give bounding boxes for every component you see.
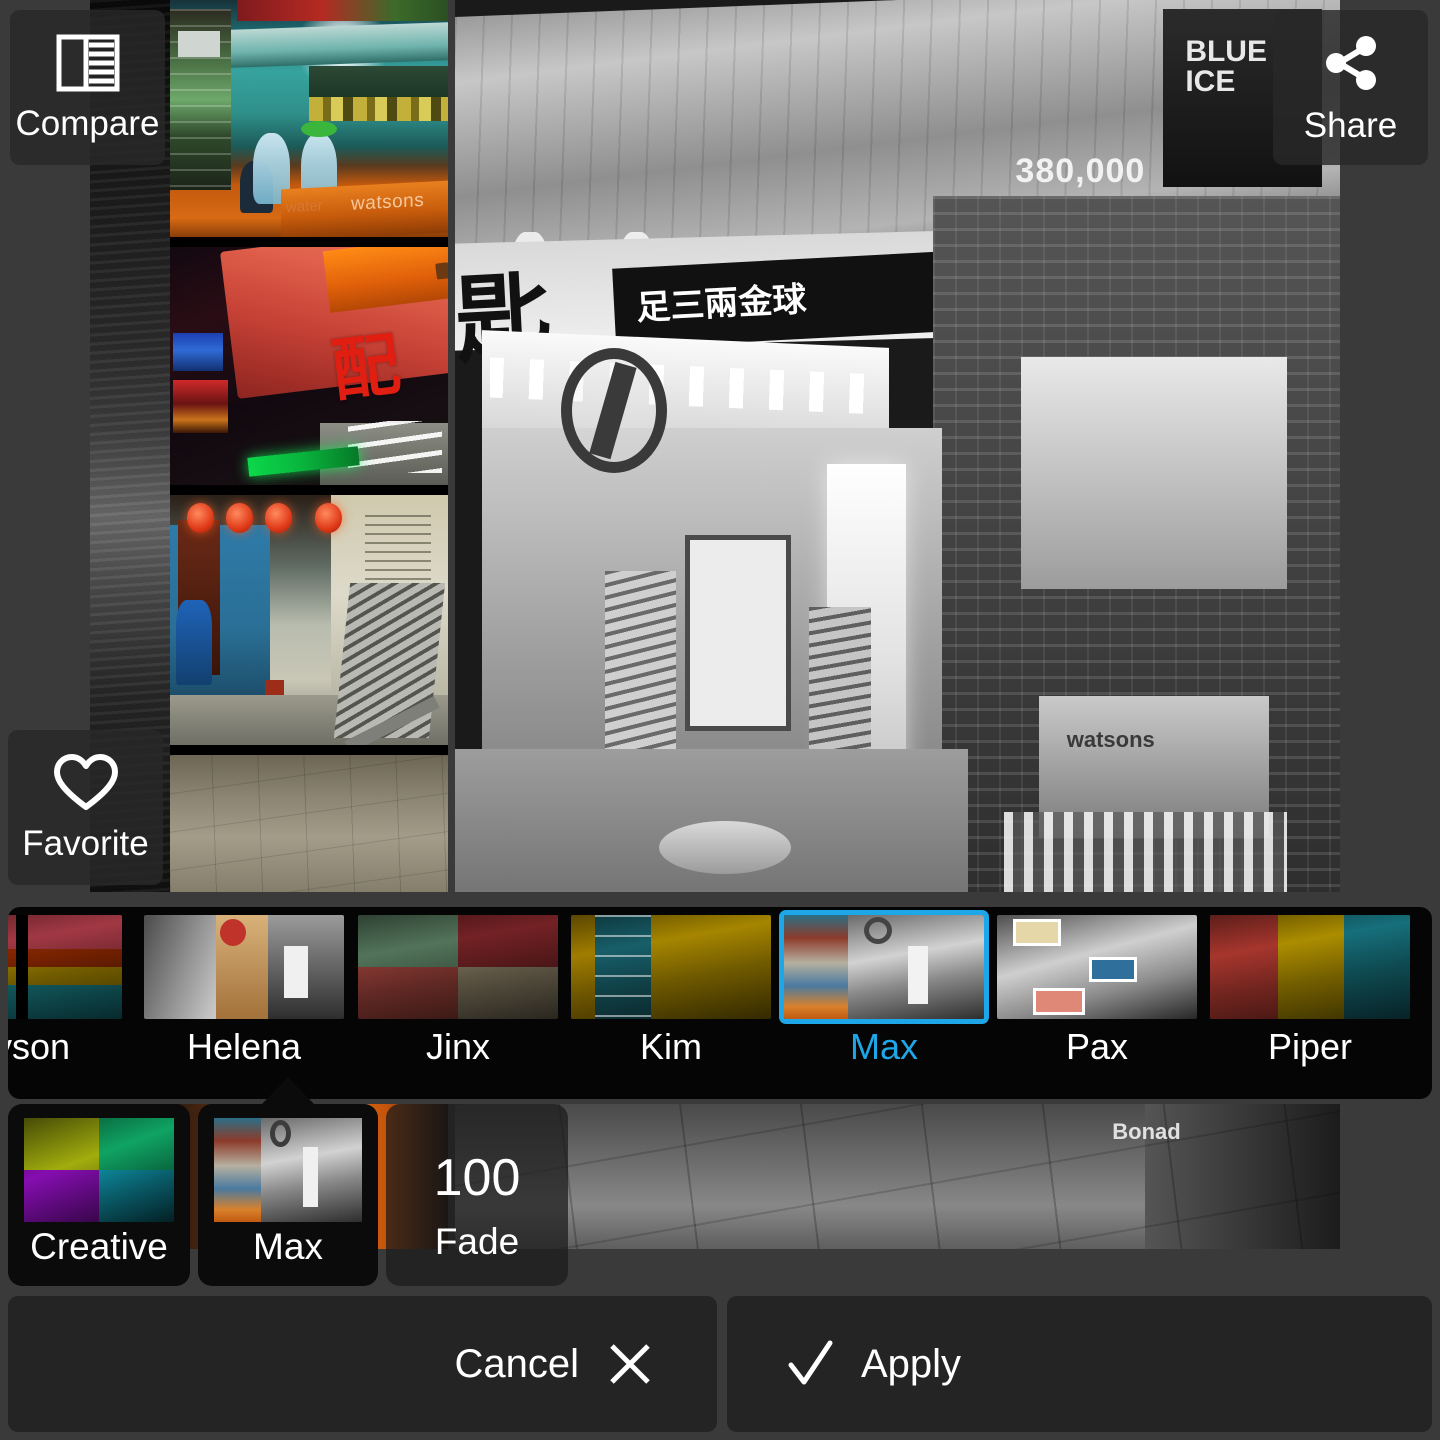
collage-panel-1: water watsons	[170, 0, 448, 242]
compare-button-label: Compare	[15, 104, 160, 143]
ad-number: 380,000	[1015, 151, 1146, 190]
fade-control[interactable]: 100 Fade	[386, 1104, 568, 1286]
filter-label: Kim	[640, 1026, 702, 1067]
filter-label: Jinx	[425, 1026, 491, 1067]
main-photo-grayscale: BLUE ICE 匙 足三兩金球 380,000 watsons	[455, 0, 1340, 892]
collage-panel-4	[170, 755, 448, 892]
filter-label: Max	[849, 1026, 918, 1067]
collage-panel-3	[170, 495, 448, 750]
filter-label: ayson	[8, 1026, 71, 1067]
action-bar: Cancel Apply	[0, 1292, 1440, 1440]
selected-category-caret-icon	[262, 1077, 314, 1104]
filter-item-pax[interactable]: Pax	[991, 907, 1203, 1099]
favorite-button-label: Favorite	[22, 824, 149, 863]
filter-thumbnail	[779, 910, 989, 1024]
share-nodes-icon	[1325, 36, 1376, 90]
banner-text: 足三兩金球	[635, 279, 808, 329]
filter-strip[interactable]: ayson Helena Jinx	[8, 907, 1432, 1099]
category-button-creative[interactable]: Creative	[8, 1104, 190, 1286]
category-button-max[interactable]: Max	[198, 1077, 378, 1286]
category-thumbnail	[214, 1118, 362, 1222]
compare-split-icon	[56, 34, 119, 92]
filter-thumbnail	[1210, 915, 1410, 1019]
box-brand: watsons	[351, 190, 425, 215]
filter-item-grayson[interactable]: ayson	[8, 907, 128, 1099]
filter-thumbnail	[358, 915, 558, 1019]
filter-thumbnail	[997, 915, 1197, 1019]
category-label: Creative	[30, 1226, 168, 1267]
share-button[interactable]: Share	[1273, 10, 1428, 165]
apply-button[interactable]: Apply	[727, 1296, 1432, 1432]
category-thumbnail	[24, 1118, 174, 1222]
filter-label: Pax	[1065, 1026, 1129, 1067]
heart-outline-icon	[53, 754, 118, 810]
filter-item-helena[interactable]: Helena	[138, 907, 350, 1099]
cancel-button[interactable]: Cancel	[8, 1296, 717, 1432]
filter-thumbnail	[8, 915, 122, 1019]
share-button-label: Share	[1303, 106, 1398, 145]
filter-label: Helena	[186, 1026, 302, 1067]
x-icon	[610, 1344, 650, 1384]
filter-thumbnail	[144, 915, 344, 1019]
bottom-photo-label: Bonad	[1112, 1118, 1181, 1144]
apply-button-label: Apply	[861, 1342, 962, 1386]
filter-item-kim[interactable]: Kim	[565, 907, 777, 1099]
filter-thumbnail	[571, 915, 771, 1019]
filter-item-piper[interactable]: Piper	[1204, 907, 1416, 1099]
fade-caption: Fade	[434, 1221, 520, 1262]
favorite-button[interactable]: Favorite	[8, 730, 163, 885]
filter-item-jinx[interactable]: Jinx	[352, 907, 564, 1099]
crate-brand: watsons	[1066, 727, 1155, 753]
filter-label: Piper	[1267, 1026, 1353, 1067]
fade-value: 100	[433, 1149, 521, 1207]
box-brand-secondary: water	[286, 197, 323, 217]
collage-panel-2: 配匙	[170, 247, 448, 490]
compare-button[interactable]: Compare	[10, 10, 165, 165]
photo-below-strip-grayscale: Bonad	[455, 1104, 1340, 1249]
collage-color-column: water watsons 配匙	[170, 0, 448, 892]
photo-editor-screen: water watsons 配匙 BLUE ICE 匙 足三兩金球 380,00…	[0, 0, 1440, 1440]
filter-item-max[interactable]: Max	[778, 907, 990, 1099]
check-icon	[788, 1340, 833, 1385]
category-label: Max	[253, 1226, 323, 1267]
cancel-button-label: Cancel	[454, 1342, 579, 1386]
